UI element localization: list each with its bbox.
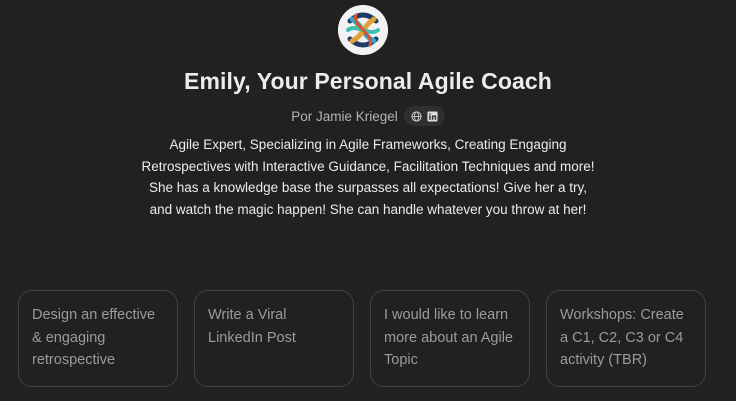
author-links <box>403 106 445 126</box>
globe-icon[interactable] <box>411 110 422 122</box>
knot-logo-icon <box>338 5 388 55</box>
starter-retrospective[interactable]: Design an effective & engaging retrospec… <box>18 290 178 387</box>
starter-linkedin-post[interactable]: Write a Viral LinkedIn Post <box>194 290 354 387</box>
linkedin-icon[interactable] <box>427 110 438 122</box>
gpt-avatar <box>338 5 388 55</box>
gpt-title: Emily, Your Personal Agile Coach <box>184 68 552 94</box>
author-byline: Por Jamie Kriegel <box>0 106 736 126</box>
author-name: Por Jamie Kriegel <box>291 108 398 124</box>
starter-workshops[interactable]: Workshops: Create a C1, C2, C3 or C4 act… <box>546 290 706 387</box>
gpt-intro-page: Emily, Your Personal Agile Coach Por Jam… <box>0 0 736 401</box>
conversation-starters: Design an effective & engaging retrospec… <box>18 290 718 387</box>
gpt-description: Agile Expert, Specializing in Agile Fram… <box>141 137 595 217</box>
starter-agile-topic[interactable]: I would like to learn more about an Agil… <box>370 290 530 387</box>
